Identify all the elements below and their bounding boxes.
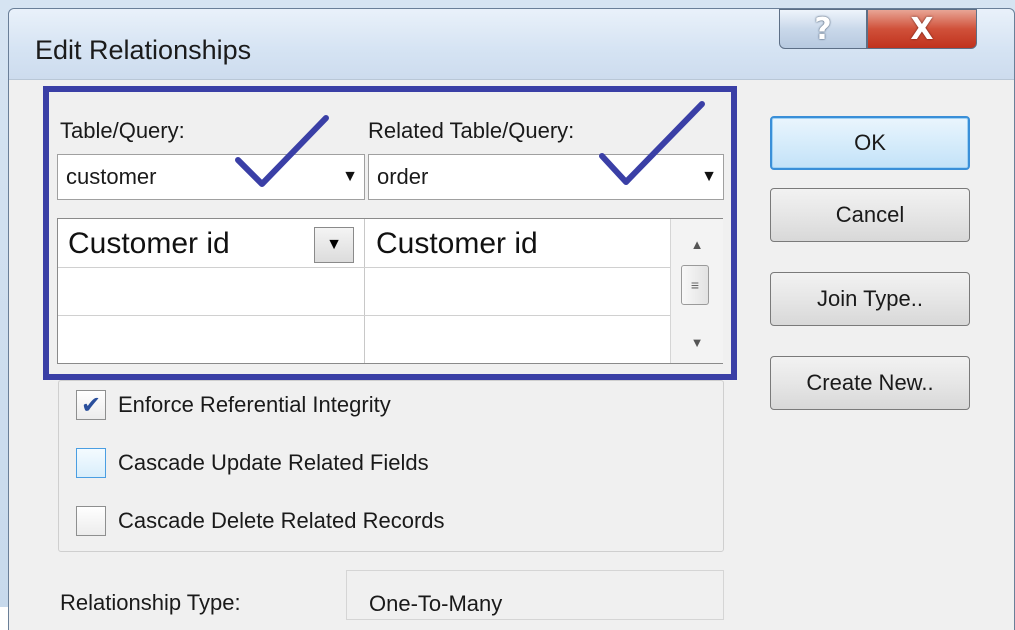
table-query-value: customer xyxy=(66,164,157,189)
enforce-integrity-label: Enforce Referential Integrity xyxy=(118,392,391,417)
scroll-down-icon[interactable]: ▼ xyxy=(671,327,723,357)
related-table-query-label: Related Table/Query: xyxy=(368,118,575,143)
join-type-button[interactable]: Join Type.. xyxy=(770,272,970,326)
scroll-grip-icon: ≡ xyxy=(690,277,700,293)
grid-row-divider xyxy=(58,267,670,268)
dropdown-arrow-icon[interactable]: ▼ xyxy=(336,168,364,186)
cascade-delete-checkbox[interactable] xyxy=(76,506,106,536)
scroll-up-icon[interactable]: ▲ xyxy=(671,229,723,259)
help-icon: ? xyxy=(814,11,832,47)
relationship-type-value: One-To-Many xyxy=(369,591,503,616)
grid-vertical-scrollbar[interactable]: ▲ ≡ ▼ xyxy=(670,219,723,363)
dialog-title: Edit Relationships xyxy=(35,35,252,65)
grid-cell-dropdown-button[interactable]: ▼ xyxy=(314,227,354,263)
dropdown-arrow-icon: ▼ xyxy=(326,236,342,253)
cascade-update-checkbox[interactable] xyxy=(76,448,106,478)
checkbox-tick-icon: ✔ xyxy=(80,391,102,419)
grid-cell-left[interactable]: Customer id xyxy=(68,227,230,261)
cascade-update-option[interactable]: Cascade Update Related Fields xyxy=(76,448,429,478)
enforce-integrity-option[interactable]: ✔ Enforce Referential Integrity xyxy=(76,390,391,420)
enforce-integrity-checkbox[interactable]: ✔ xyxy=(76,390,106,420)
close-icon: X xyxy=(910,11,934,47)
related-table-query-value: order xyxy=(377,164,429,189)
cancel-button[interactable]: Cancel xyxy=(770,188,970,242)
cascade-delete-option[interactable]: Cascade Delete Related Records xyxy=(76,506,445,536)
field-mapping-grid[interactable]: Customer id ▼ Customer id ▲ ≡ ▼ xyxy=(57,218,723,364)
dropdown-arrow-icon[interactable]: ▼ xyxy=(695,168,723,186)
grid-row-divider xyxy=(58,315,670,316)
relationship-type-box: One-To-Many xyxy=(346,570,724,620)
create-new-button[interactable]: Create New.. xyxy=(770,356,970,410)
scroll-thumb[interactable]: ≡ xyxy=(681,265,709,305)
grid-cell-right[interactable]: Customer id xyxy=(376,227,538,261)
grid-column-divider xyxy=(364,219,365,363)
close-button[interactable]: X xyxy=(867,9,977,49)
table-query-label: Table/Query: xyxy=(60,118,185,143)
related-table-query-select[interactable]: order ▼ xyxy=(368,154,724,200)
title-bar: Edit Relationships ? X xyxy=(9,9,1014,79)
relationship-type-label: Relationship Type: xyxy=(60,590,241,615)
cascade-update-label: Cascade Update Related Fields xyxy=(118,450,429,475)
help-button[interactable]: ? xyxy=(779,9,867,49)
table-query-select[interactable]: customer ▼ xyxy=(57,154,365,200)
cascade-delete-label: Cascade Delete Related Records xyxy=(118,508,445,533)
ok-button[interactable]: OK xyxy=(770,116,970,170)
